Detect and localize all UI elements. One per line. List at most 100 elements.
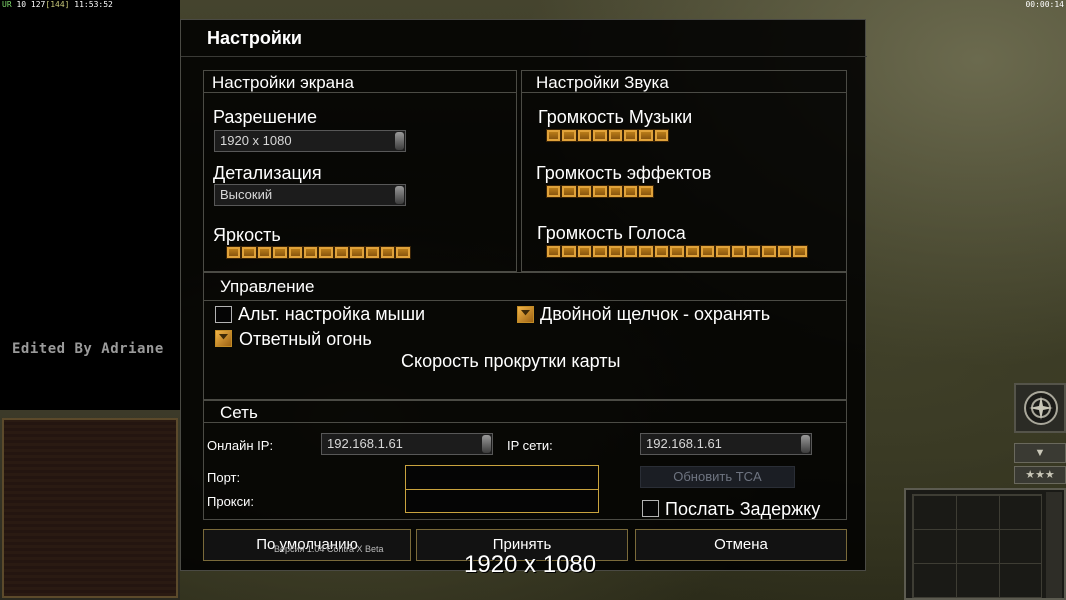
port-input[interactable] xyxy=(405,465,599,490)
slider-segment xyxy=(576,185,593,198)
slider-segment xyxy=(622,245,639,258)
proxy-input[interactable] xyxy=(405,489,599,513)
port-label: Порт: xyxy=(207,470,241,485)
proxy-label: Прокси: xyxy=(207,494,255,509)
dialog-title: Настройки xyxy=(207,28,302,48)
dropdown-handle-icon[interactable] xyxy=(482,435,491,453)
slider-segment xyxy=(546,245,562,258)
controls-header: Управление xyxy=(204,273,846,301)
network-header: Сеть xyxy=(204,401,846,423)
dropdown-handle-icon[interactable] xyxy=(395,132,404,150)
settings-dialog: Настройки Настройки экрана Разрешение 19… xyxy=(180,19,867,571)
slider-segment xyxy=(256,246,273,259)
slider-segment xyxy=(379,246,396,259)
command-panel-right xyxy=(904,488,1066,600)
slider-segment xyxy=(638,245,654,258)
alt-mouse-label: Альт. настройка мыши xyxy=(238,304,426,324)
sound-settings-section: Настройки Звука Громкость Музыки Громкос… xyxy=(521,70,847,272)
game-clock: 11:53:52 xyxy=(74,0,113,9)
resolution-label: Разрешение xyxy=(213,107,317,127)
voice-volume-label: Громкость Голоса xyxy=(537,223,686,243)
slider-segment xyxy=(349,246,365,259)
slider-segment xyxy=(792,245,808,258)
network-ip-select[interactable]: 192.168.1.61 xyxy=(640,433,812,455)
controls-section: Управление Альт. настройка мыши Двойной … xyxy=(203,272,847,400)
resolution-overlay-text: 1920 x 1080 xyxy=(464,551,597,578)
effects-volume-slider[interactable] xyxy=(546,185,654,198)
slider-segment xyxy=(669,245,685,258)
return-fire-checkbox[interactable] xyxy=(215,330,232,347)
slider-segment xyxy=(730,245,747,258)
send-delay-checkbox[interactable] xyxy=(642,500,659,517)
slider-segment xyxy=(364,246,380,259)
watermark: Edited By Adriane xyxy=(12,341,164,357)
title-divider xyxy=(181,56,867,57)
cancel-button[interactable]: Отмена xyxy=(635,529,847,561)
online-ip-label: Онлайн IP: xyxy=(207,438,274,453)
network-ip-label: IP сети: xyxy=(507,438,553,453)
slider-segment xyxy=(776,245,793,258)
music-volume-slider[interactable] xyxy=(546,129,670,142)
slider-segment xyxy=(638,129,654,142)
top-left-stats: UR 10 127[144] 11:53:52 xyxy=(2,0,113,9)
brightness-slider[interactable] xyxy=(226,246,411,259)
slider-segment xyxy=(592,245,608,258)
command-grid[interactable] xyxy=(912,494,1042,598)
dropdown-handle-icon[interactable] xyxy=(395,186,404,204)
slider-segment xyxy=(761,245,777,258)
slider-segment xyxy=(395,246,411,259)
slider-segment xyxy=(746,245,762,258)
slider-segment xyxy=(653,245,670,258)
radar-button[interactable] xyxy=(1014,383,1066,433)
slider-segment xyxy=(576,245,593,258)
detail-value: Высокий xyxy=(220,187,273,202)
slider-segment xyxy=(592,129,608,142)
slider-segment xyxy=(607,245,623,258)
slider-segment xyxy=(546,185,562,198)
network-title: Сеть xyxy=(220,403,258,422)
slider-segment xyxy=(226,246,242,259)
slider-segment xyxy=(638,185,654,198)
player-prefix: UR xyxy=(2,0,12,9)
return-fire-label: Ответный огонь xyxy=(239,329,372,349)
slider-segment xyxy=(715,245,731,258)
slider-segment xyxy=(653,129,670,142)
slider-segment xyxy=(546,129,562,142)
double-click-guard-checkbox[interactable] xyxy=(517,306,534,323)
detail-label: Детализация xyxy=(213,163,322,183)
update-tca-button[interactable]: Обновить TCA xyxy=(640,466,795,488)
slider-segment xyxy=(333,246,350,259)
slider-segment xyxy=(561,245,577,258)
online-ip-select[interactable]: 192.168.1.61 xyxy=(321,433,493,455)
command-side-strip xyxy=(1046,492,1062,598)
slider-segment xyxy=(622,129,639,142)
display-settings-section: Настройки экрана Разрешение 1920 x 1080 … xyxy=(203,70,517,272)
resolution-select[interactable]: 1920 x 1080 xyxy=(214,130,406,152)
unit-panel-left xyxy=(2,418,178,598)
slider-segment xyxy=(287,246,303,259)
controls-title: Управление xyxy=(220,277,315,296)
online-ip-value: 192.168.1.61 xyxy=(327,436,403,451)
display-settings-title: Настройки экрана xyxy=(212,73,354,92)
slider-segment xyxy=(302,246,319,259)
slider-segment xyxy=(592,185,608,198)
alt-mouse-checkbox[interactable] xyxy=(215,306,232,323)
double-click-guard-label: Двойной щелчок - охранять xyxy=(540,304,771,324)
resolution-value: 1920 x 1080 xyxy=(220,133,292,148)
slider-segment xyxy=(561,185,577,198)
brightness-label: Яркость xyxy=(213,225,281,245)
rank-stars-icon[interactable]: ★★★ xyxy=(1014,466,1066,484)
slider-segment xyxy=(607,129,623,142)
display-settings-header: Настройки экрана xyxy=(204,71,516,93)
resource-stats: 10 127 xyxy=(16,0,46,9)
sound-settings-title: Настройки Звука xyxy=(536,73,669,92)
slider-segment xyxy=(272,246,288,259)
detail-select[interactable]: Высокий xyxy=(214,184,406,206)
match-timer: 00:00:14 xyxy=(1025,0,1064,9)
network-ip-value: 192.168.1.61 xyxy=(646,436,722,451)
voice-volume-slider[interactable] xyxy=(546,245,808,258)
slider-segment xyxy=(318,246,334,259)
dropdown-handle-icon[interactable] xyxy=(801,435,810,453)
slider-segment xyxy=(576,129,593,142)
chevron-down-icon[interactable]: ▼ xyxy=(1014,443,1066,463)
